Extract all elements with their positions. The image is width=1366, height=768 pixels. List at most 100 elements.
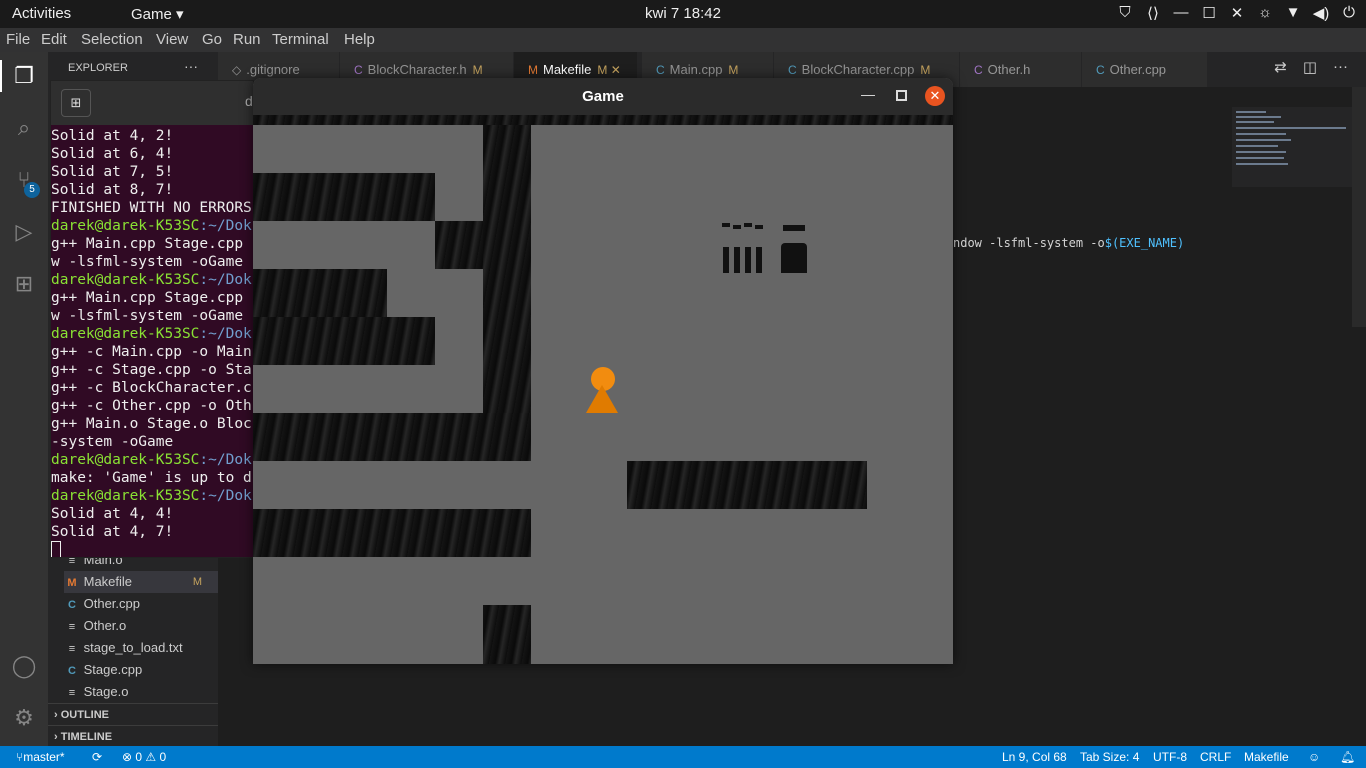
tab-size[interactable]: Tab Size: 4 <box>1080 746 1139 768</box>
sync-icon[interactable]: ⟳ <box>92 746 102 768</box>
wall-block <box>253 509 531 557</box>
run-debug-icon[interactable]: ▷ <box>10 218 38 246</box>
search-icon[interactable]: ⌕ <box>10 114 38 142</box>
file-icon: ≡ <box>68 687 76 699</box>
split-editor-icon[interactable]: ◫ <box>1303 58 1317 76</box>
maximize-window-icon[interactable]: ☐ <box>1200 4 1218 22</box>
makefile-icon: M <box>67 577 77 589</box>
file-item-stage-cpp[interactable]: C Stage.cpp <box>64 659 218 681</box>
vertical-scrollbar[interactable] <box>1352 87 1366 327</box>
menu-help[interactable]: Help <box>344 31 375 48</box>
outline-label: OUTLINE <box>60 709 110 721</box>
minimize-window-icon[interactable]: — <box>1172 4 1190 22</box>
file-item-stage-to-load[interactable]: ≡ stage_to_load.txt <box>64 637 218 659</box>
minimize-button[interactable]: — <box>861 86 875 102</box>
app-menu[interactable]: Game ▾ <box>131 5 184 23</box>
prompt-user: darek@darek-K53SC <box>51 488 200 504</box>
modified-badge: M <box>920 63 931 77</box>
pillar <box>723 247 729 273</box>
game-window[interactable]: Game — ✕ <box>253 78 953 664</box>
terminal-window[interactable]: ⊞ d Solid at 4, 2! Solid at 6, 4! Solid at… <box>50 80 254 558</box>
menu-run[interactable]: Run <box>233 31 261 48</box>
prompt-path: :~/Dok <box>199 452 252 468</box>
timeline-section[interactable]: › TIMELINE <box>48 725 218 747</box>
minimap-line <box>1236 139 1291 141</box>
cursor-position[interactable]: Ln 9, Col 68 <box>1002 746 1067 768</box>
menu-selection[interactable]: Selection <box>81 31 143 48</box>
explorer-icon[interactable]: ❐ <box>10 62 38 90</box>
menu-go[interactable]: Go <box>202 31 222 48</box>
tab-other-cpp[interactable]: C Other.cpp <box>1082 52 1208 87</box>
pillar-flame <box>733 225 741 229</box>
power-icon[interactable]: ⏻ <box>1340 4 1358 22</box>
terminal-prompt-line: darek@darek-K53SC:~/Dok <box>51 451 253 469</box>
tab-label: BlockCharacter.h <box>367 62 467 77</box>
minimap-line <box>1236 127 1346 129</box>
player-character <box>586 367 618 415</box>
game-window-title: Game <box>582 88 624 105</box>
vscode-icon[interactable]: ⟨⟩ <box>1144 4 1162 22</box>
activity-bar: ❐ ⌕ ⑂ 5 ▷ ⊞ ◯ ⚙ <box>0 52 48 746</box>
more-actions-icon[interactable]: ··· <box>184 58 198 74</box>
new-tab-button[interactable]: ⊞ <box>61 89 91 117</box>
outline-section[interactable]: › OUTLINE <box>48 703 218 725</box>
file-item-other-cpp[interactable]: C Other.cpp <box>64 593 218 615</box>
feedback-icon[interactable]: ☺ <box>1308 746 1320 768</box>
eol[interactable]: CRLF <box>1200 746 1231 768</box>
extensions-icon[interactable]: ⊞ <box>10 270 38 298</box>
editor-actions: ⇄ ◫ ··· <box>1274 58 1348 76</box>
menu-file[interactable]: File <box>6 31 30 48</box>
compare-changes-icon[interactable]: ⇄ <box>1274 58 1287 76</box>
more-actions-icon[interactable]: ··· <box>1333 58 1348 76</box>
file-icon: ≡ <box>68 621 76 633</box>
menu-view[interactable]: View <box>156 31 188 48</box>
terminal-output-line: g++ Main.o Stage.o Bloc <box>51 416 252 432</box>
volume-icon[interactable]: ◀) <box>1312 4 1330 22</box>
wall-block <box>253 115 953 125</box>
prompt-path: :~/Dok <box>199 326 252 342</box>
terminal-output-line: g++ Main.cpp Stage.cpp <box>51 290 244 306</box>
terminal-output-line: Solid at 4, 4! <box>51 506 174 522</box>
problems-indicator[interactable]: ⊗ 0 ⚠ 0 <box>122 746 166 768</box>
encoding[interactable]: UTF-8 <box>1153 746 1187 768</box>
brightness-icon[interactable]: ☼ <box>1256 4 1274 22</box>
terminal-output-line: Solid at 7, 5! <box>51 164 174 180</box>
wall-block <box>483 605 531 664</box>
close-window-icon[interactable]: ✕ <box>1228 4 1246 22</box>
code-line[interactable]: ndow -lsfml-system -o$(EXE_NAME) <box>953 236 1184 250</box>
game-stage[interactable] <box>253 115 953 664</box>
language-mode[interactable]: Makefile <box>1244 746 1289 768</box>
tab-other-h[interactable]: C Other.h <box>960 52 1082 87</box>
settings-gear-icon[interactable]: ⚙ <box>10 704 38 732</box>
makefile-icon: M <box>528 63 538 77</box>
activities-button[interactable]: Activities <box>12 5 71 22</box>
file-item-other-o[interactable]: ≡ Other.o <box>64 615 218 637</box>
terminal-title: d <box>245 93 253 109</box>
minimap-line <box>1236 163 1288 165</box>
minimap-line <box>1236 157 1284 159</box>
terminal-cursor-line <box>51 541 253 557</box>
maximize-button[interactable] <box>896 90 907 101</box>
file-item-stage-o[interactable]: ≡ Stage.o <box>64 681 218 703</box>
timeline-label: TIMELINE <box>60 731 113 743</box>
game-title-bar[interactable]: Game — ✕ <box>253 78 953 115</box>
menu-edit[interactable]: Edit <box>41 31 67 48</box>
cauldron-smoke <box>783 225 805 231</box>
tab-close-button[interactable]: M ✕ <box>597 63 620 77</box>
minimap[interactable] <box>1232 107 1352 187</box>
git-branch[interactable]: ⑂ master* <box>16 746 65 768</box>
account-icon[interactable]: ◯ <box>10 652 38 680</box>
prompt-path: :~/Dok <box>199 272 252 288</box>
terminal-output-line: w -lsfml-system -oGame <box>51 308 244 324</box>
pillar <box>734 247 740 273</box>
terminal-output-line: Solid at 4, 2! <box>51 128 174 144</box>
wifi-icon[interactable]: ▼ <box>1284 4 1302 22</box>
file-item-makefile[interactable]: M Makefile M <box>64 571 218 593</box>
file-label: Other.cpp <box>83 596 140 611</box>
terminal-output[interactable]: Solid at 4, 2! Solid at 6, 4! Solid at 7, … <box>51 127 253 557</box>
player-body <box>586 385 618 413</box>
shield-icon[interactable]: ⛉ <box>1116 4 1134 22</box>
close-button[interactable]: ✕ <box>925 86 945 106</box>
menu-terminal[interactable]: Terminal <box>272 31 329 48</box>
notifications-icon[interactable]: 🔔︎ <box>1340 746 1355 768</box>
